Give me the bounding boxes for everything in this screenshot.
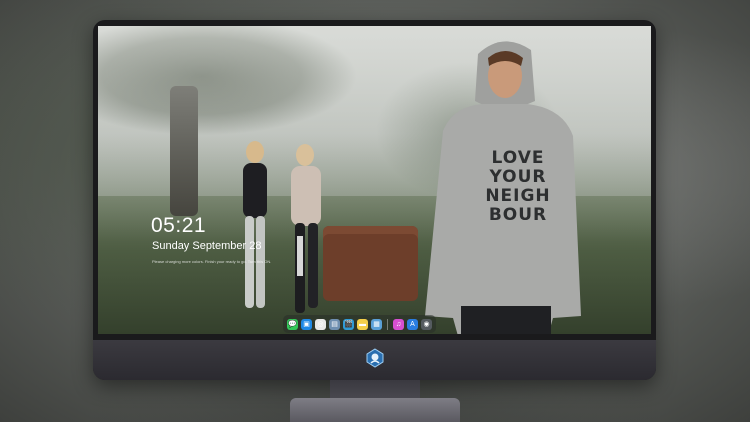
wallpaper-person-left — [243, 141, 267, 308]
monitor: LOVE YOUR NEIGH BOUR 05:21 Sunday Septem… — [93, 20, 656, 380]
lockscreen-clock: 05:21 — [151, 214, 207, 237]
lockscreen-date: Sunday September 28 — [152, 240, 262, 252]
safari-icon[interactable]: ◎ — [315, 318, 326, 330]
hoodie-line: LOVE — [491, 148, 545, 168]
appstore-icon[interactable]: A — [407, 318, 418, 330]
wallpaper-person-middle — [291, 144, 321, 313]
notes-icon[interactable]: ▬ — [357, 318, 368, 330]
wallpaper-bench — [323, 226, 418, 301]
photos-icon[interactable]: ▦ — [371, 318, 382, 330]
monitor-chin — [93, 340, 656, 380]
messages-icon[interactable]: 💬 — [287, 318, 298, 330]
hoodie-print: LOVE YOUR NEIGH BOUR — [478, 149, 558, 225]
hoodie-line: NEIGH — [485, 186, 551, 206]
clapper-icon[interactable]: 🎬 — [343, 318, 354, 330]
lockscreen-notification: Please charging more colors. Finish your… — [152, 259, 272, 264]
dock: 💬 ▣ ◎ ▤ 🎬 ▬ ▦ ♫ A ◉ — [283, 315, 436, 333]
brand-logo-icon — [366, 348, 384, 368]
camera-icon[interactable]: ◉ — [421, 318, 432, 330]
finder-icon[interactable]: ▣ — [301, 318, 312, 330]
itunes-icon[interactable]: ♫ — [393, 318, 404, 330]
monitor-stand-neck — [330, 380, 420, 400]
dock-separator — [387, 318, 388, 330]
monitor-stand-base — [290, 398, 460, 422]
hoodie-line: BOUR — [488, 205, 548, 225]
desktop-screen: LOVE YOUR NEIGH BOUR 05:21 Sunday Septem… — [98, 26, 651, 334]
hoodie-line: YOUR — [489, 167, 547, 187]
preview-icon[interactable]: ▤ — [329, 318, 340, 330]
